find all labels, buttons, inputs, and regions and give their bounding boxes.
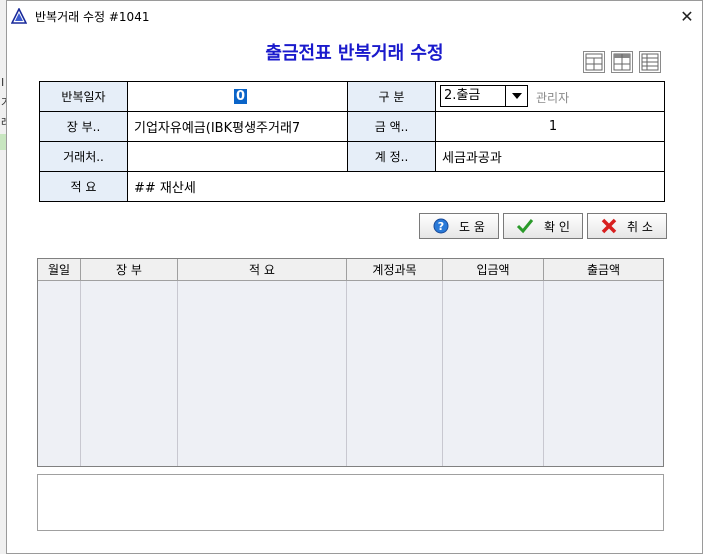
grid-body[interactable] (38, 281, 663, 466)
chevron-down-icon[interactable] (505, 86, 527, 106)
gubun-label: 구 분 (347, 81, 436, 112)
checkmark-icon (516, 219, 534, 234)
grid-column (544, 281, 663, 466)
title-bar[interactable]: 반복거래 수정 #1041 ✕ (7, 1, 702, 31)
amount-field[interactable]: 1 (435, 111, 665, 142)
ledger-label[interactable]: 장 부.. (39, 111, 128, 142)
app-triangle-icon (10, 7, 28, 24)
memo-label: 적 요 (39, 171, 128, 202)
dialog-window: 반복거래 수정 #1041 ✕ 출금전표 반복거래 수정 반복일자 0 구 분 … (6, 0, 703, 554)
admin-label: 관리자 (536, 91, 570, 105)
svg-text:?: ? (438, 220, 444, 233)
column-header-ledger[interactable]: 장 부 (81, 259, 178, 280)
column-header-withdrawal[interactable]: 출금액 (544, 259, 663, 280)
repeat-day-value: 0 (233, 89, 248, 104)
grid-column-icon[interactable] (611, 51, 633, 73)
client-label[interactable]: 거래처.. (39, 141, 128, 172)
cancel-button[interactable]: 취 소 (587, 213, 667, 239)
gubun-cell: 2.출금 관리자 (435, 81, 665, 112)
account-label[interactable]: 계 정.. (347, 141, 436, 172)
grid-header: 월일 장 부 적 요 계정과목 입금액 출금액 (38, 259, 663, 281)
grid-column (81, 281, 178, 466)
close-button[interactable]: ✕ (672, 1, 702, 31)
account-field[interactable]: 세금과공과 (435, 141, 665, 172)
notes-area[interactable] (37, 474, 664, 531)
bg-text: I (1, 76, 5, 89)
transactions-grid[interactable]: 월일 장 부 적 요 계정과목 입금액 출금액 (37, 258, 664, 467)
toolbar-icons (583, 51, 661, 73)
ok-button-label: 확 인 (544, 219, 570, 234)
amount-label[interactable]: 금 액.. (347, 111, 436, 142)
column-header-account[interactable]: 계정과목 (347, 259, 443, 280)
help-icon: ? (433, 218, 449, 234)
help-button[interactable]: ? 도 움 (419, 213, 499, 239)
column-header-memo[interactable]: 적 요 (178, 259, 347, 280)
grid-layout-icon[interactable] (583, 51, 605, 73)
window-title: 반복거래 수정 #1041 (35, 10, 150, 24)
cancel-button-label: 취 소 (627, 219, 653, 234)
ok-button[interactable]: 확 인 (503, 213, 583, 239)
client-field[interactable] (127, 141, 348, 172)
x-mark-icon (601, 218, 617, 234)
grid-column (443, 281, 544, 466)
repeat-day-label: 반복일자 (39, 81, 128, 112)
transaction-form: 반복일자 0 구 분 2.출금 관리자 장 부.. 기업자유예금(IBK평생주거… (39, 81, 665, 202)
grid-column (38, 281, 81, 466)
help-button-label: 도 움 (459, 219, 485, 234)
repeat-day-field[interactable]: 0 (127, 81, 348, 112)
grid-column (178, 281, 347, 466)
column-header-date[interactable]: 월일 (38, 259, 81, 280)
column-header-deposit[interactable]: 입금액 (443, 259, 544, 280)
ledger-field[interactable]: 기업자유예금(IBK평생주거래7 (127, 111, 348, 142)
memo-field[interactable]: ## 재산세 (127, 171, 665, 202)
action-buttons: ? 도 움 확 인 취 소 (419, 213, 667, 239)
gubun-selected-value: 2.출금 (444, 88, 481, 103)
grid-column (347, 281, 443, 466)
gubun-select[interactable]: 2.출금 (440, 85, 528, 107)
grid-list-icon[interactable] (639, 51, 661, 73)
